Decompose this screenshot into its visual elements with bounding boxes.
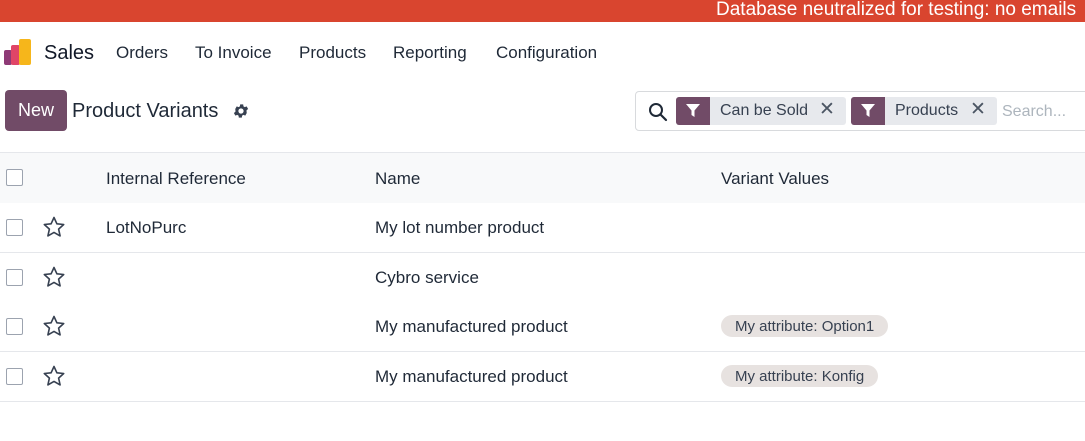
column-variant-values[interactable]: Variant Values xyxy=(721,169,829,189)
close-icon[interactable]: ✕ xyxy=(970,99,986,121)
page-title: Product Variants xyxy=(72,100,219,122)
star-icon[interactable] xyxy=(42,314,66,338)
menu-to-invoice[interactable]: To Invoice xyxy=(195,43,272,63)
select-all-checkbox[interactable] xyxy=(6,169,23,186)
star-icon[interactable] xyxy=(42,265,66,289)
variant-value-tag: My attribute: Konfig xyxy=(721,365,879,387)
neutralized-banner: Database neutralized for testing: no ema… xyxy=(0,0,1085,22)
filter-icon xyxy=(676,97,710,125)
menu-products[interactable]: Products xyxy=(299,43,366,63)
variant-value-tag: My attribute: Option1 xyxy=(721,315,889,337)
name-cell: My manufactured product xyxy=(375,317,568,336)
search-bar: Can be Sold ✕ Products ✕ xyxy=(635,91,1085,131)
name-cell: Cybro service xyxy=(375,268,479,287)
list-header: Internal Reference Name Variant Values xyxy=(0,152,1085,203)
search-icon[interactable] xyxy=(648,102,668,122)
close-icon[interactable]: ✕ xyxy=(819,99,835,121)
facet-products: Products ✕ xyxy=(851,97,997,125)
column-internal-reference[interactable]: Internal Reference xyxy=(106,169,246,189)
filter-icon xyxy=(851,97,885,125)
new-button[interactable]: New xyxy=(5,90,67,131)
row-checkbox[interactable] xyxy=(6,318,23,335)
internal-reference-cell: LotNoPurc xyxy=(106,218,187,237)
row-checkbox[interactable] xyxy=(6,219,23,236)
row-checkbox[interactable] xyxy=(6,269,23,286)
name-cell: My lot number product xyxy=(375,218,545,237)
search-input[interactable] xyxy=(1002,101,1085,123)
menu-configuration[interactable]: Configuration xyxy=(496,43,597,63)
table-row[interactable]: My manufactured product My attribute: Ko… xyxy=(0,352,1085,402)
app-name[interactable]: Sales xyxy=(44,42,94,65)
facet-label: Products xyxy=(895,102,959,119)
top-navbar: Sales Orders To Invoice Products Reporti… xyxy=(0,22,1085,84)
table-row[interactable]: My manufactured product My attribute: Op… xyxy=(0,302,1085,352)
column-name[interactable]: Name xyxy=(375,169,420,189)
banner-text: Database neutralized for testing: no ema… xyxy=(716,0,1077,20)
table-row[interactable]: Cybro service xyxy=(0,253,1085,303)
row-checkbox[interactable] xyxy=(6,368,23,385)
sales-app-icon[interactable] xyxy=(3,38,33,66)
star-icon[interactable] xyxy=(42,215,66,239)
menu-reporting[interactable]: Reporting xyxy=(393,43,467,63)
gear-icon[interactable] xyxy=(232,102,250,120)
table-row[interactable]: LotNoPurc My lot number product xyxy=(0,203,1085,253)
star-icon[interactable] xyxy=(42,364,66,388)
facet-label: Can be Sold xyxy=(720,102,809,119)
facet-can-be-sold: Can be Sold ✕ xyxy=(676,97,846,125)
name-cell: My manufactured product xyxy=(375,367,568,386)
menu-orders[interactable]: Orders xyxy=(116,43,168,63)
